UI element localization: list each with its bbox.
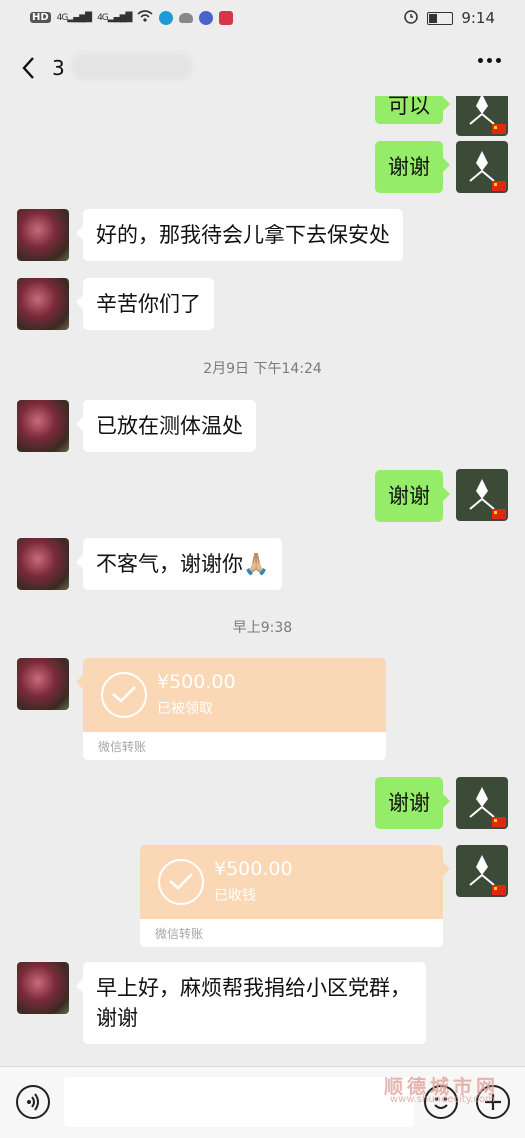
message-bubble-out[interactable]: 谢谢 — [375, 141, 450, 193]
my-avatar[interactable] — [456, 141, 508, 193]
message-bubble-in[interactable]: 已放在测体温处 — [76, 400, 256, 452]
my-avatar[interactable] — [456, 845, 508, 897]
contact-avatar[interactable] — [17, 278, 69, 330]
cloud-icon — [179, 12, 194, 23]
browser-app-icon — [159, 10, 174, 25]
voice-input-icon[interactable] — [16, 1085, 50, 1119]
transfer-card-out[interactable]: ¥500.00 已收钱 微信转账 — [140, 845, 450, 947]
chat-header: 3 — [0, 40, 525, 96]
message-bubble-out[interactable]: 谢谢 — [375, 470, 450, 522]
blurred-contact-name — [72, 54, 192, 80]
chat-title: 3 — [52, 56, 65, 80]
clock: 9:14 — [461, 9, 495, 27]
contact-avatar[interactable] — [17, 538, 69, 590]
alarm-icon — [403, 8, 419, 28]
transfer-status: 已被领取 — [157, 701, 213, 717]
message-bubble-in[interactable]: 好的，那我待会儿拿下去保安处 — [76, 209, 403, 261]
timestamp: 早上9:38 — [232, 620, 293, 636]
my-avatar[interactable] — [456, 469, 508, 521]
message-input[interactable] — [64, 1077, 414, 1127]
transfer-amount: ¥500.00 — [157, 671, 236, 693]
my-avatar[interactable] — [456, 96, 508, 136]
transfer-card-in[interactable]: ¥500.00 已被领取 微信转账 — [76, 658, 386, 760]
message-bubble-out[interactable]: 谢谢 — [375, 777, 450, 829]
wifi-icon — [137, 10, 153, 25]
calendar-app-icon — [219, 10, 234, 25]
check-circle-icon — [158, 859, 204, 905]
my-avatar[interactable] — [456, 777, 508, 829]
message-bubble-in[interactable]: 早上好，麻烦帮我捐给小区党群， 谢谢 — [76, 962, 426, 1044]
message-bubble-in[interactable]: 不客气，谢谢你🙏🏼 — [75, 538, 283, 590]
music-app-icon — [199, 10, 214, 25]
battery-icon — [427, 11, 454, 25]
message-bubble-out[interactable]: 可以 — [375, 96, 450, 124]
contact-avatar[interactable] — [17, 400, 69, 452]
contact-avatar[interactable] — [17, 209, 69, 261]
transfer-status: 已收钱 — [214, 888, 256, 904]
status-right: 9:14 — [403, 8, 495, 28]
check-circle-icon — [101, 672, 147, 718]
transfer-label: 微信转账 — [155, 927, 204, 941]
timestamp: 2月9日 下午14:24 — [203, 361, 322, 377]
signal-4g-icon: 4G▂▄▆█ — [56, 12, 92, 23]
more-options-icon[interactable] — [478, 58, 501, 63]
message-list[interactable]: 可以 谢谢 好的，那我待会儿拿下去保安处 辛苦你们了 2月9日 下午14:24 … — [0, 96, 525, 1066]
watermark-url: www.shundecity.com — [390, 1094, 495, 1105]
status-bar: HD 4G▂▄▆█ 4G▂▄▆█ 9:14 — [0, 0, 525, 36]
contact-avatar[interactable] — [17, 658, 69, 710]
battery-level — [429, 13, 437, 23]
contact-avatar[interactable] — [17, 962, 69, 1014]
back-icon[interactable] — [20, 56, 38, 80]
hd-indicator: HD — [30, 12, 51, 23]
transfer-amount: ¥500.00 — [214, 858, 293, 880]
message-bubble-in[interactable]: 辛苦你们了 — [76, 278, 214, 330]
transfer-label: 微信转账 — [98, 740, 147, 754]
signal-4g-icon-2: 4G▂▄▆█ — [97, 12, 132, 23]
status-left: HD 4G▂▄▆█ 4G▂▄▆█ — [30, 10, 234, 25]
